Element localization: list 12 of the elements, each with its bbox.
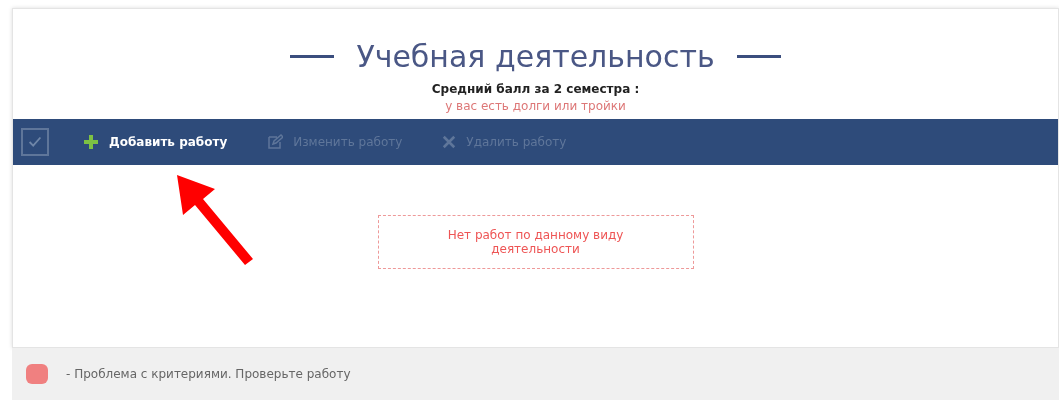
edit-icon [267,134,284,150]
legend-text: - Проблема с критериями. Проверьте работу [66,367,351,381]
title-dash [736,55,781,58]
toolbar-button[interactable]: Добавить работу [77,130,234,154]
section-title: Учебная деятельность [356,39,715,74]
plus-icon [83,134,99,150]
title-dash [290,55,335,58]
average-label: Средний балл за 2 семестра : [430,82,641,96]
select-all-button[interactable] [21,128,49,156]
average-warning: у вас есть долги или тройки [444,99,627,113]
empty-message: Нет работ по данному виду деятельности [377,215,694,269]
close-icon [442,135,457,149]
